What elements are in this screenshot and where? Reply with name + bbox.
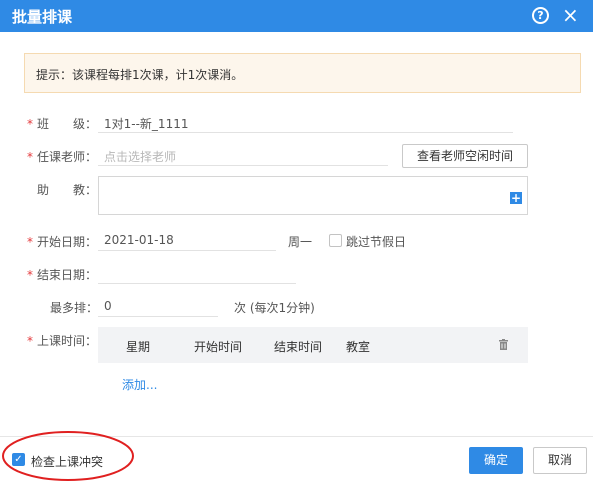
- teacher-placeholder[interactable]: 点击选择老师: [104, 148, 176, 165]
- schedule-table-header: 星期 开始时间 结束时间 教室: [98, 327, 528, 363]
- notice-banner: 提示：该课程每排1次课，计1次课消。: [24, 53, 581, 93]
- skip-holidays-checkbox[interactable]: [329, 234, 342, 247]
- required-star: *: [27, 235, 33, 249]
- column-classroom: 教室: [346, 340, 371, 354]
- skip-holidays-label[interactable]: 跳过节假日: [346, 233, 406, 250]
- confirm-button[interactable]: 确定: [469, 447, 523, 474]
- max-sessions-value: 0: [104, 299, 112, 313]
- class-value: 1对1--新_1111: [104, 117, 189, 131]
- assistant-field[interactable]: [98, 176, 528, 215]
- close-icon[interactable]: ×: [562, 3, 579, 27]
- required-star: *: [27, 150, 33, 164]
- assistant-label: 助 教：: [37, 183, 98, 197]
- help-icon[interactable]: ?: [532, 7, 549, 24]
- start-date-label: * 开始日期：: [27, 235, 98, 249]
- annotation-ellipse: [2, 431, 134, 481]
- required-star: *: [27, 268, 33, 282]
- start-date-value: 2021-01-18: [104, 233, 174, 247]
- column-start-time: 开始时间: [194, 340, 243, 354]
- max-sessions-label: 最多排：: [50, 301, 99, 315]
- add-schedule-link[interactable]: 添加...: [122, 376, 157, 393]
- column-end-time: 结束时间: [274, 340, 323, 354]
- end-date-input[interactable]: [98, 264, 296, 284]
- required-star: *: [27, 334, 33, 348]
- max-sessions-input[interactable]: [98, 297, 218, 317]
- column-weekday: 星期: [126, 340, 151, 354]
- end-date-label: * 结束日期：: [27, 268, 98, 282]
- required-star: *: [27, 117, 33, 131]
- start-weekday: 周一: [288, 235, 313, 249]
- teacher-label: * 任课老师：: [27, 150, 98, 164]
- class-label: * 班 级：: [27, 117, 98, 131]
- dialog-title: 批量排课: [12, 8, 73, 26]
- add-assistant-icon[interactable]: +: [510, 192, 522, 204]
- trash-icon[interactable]: [499, 339, 508, 350]
- max-sessions-unit: 次 (每次1分钟): [234, 301, 315, 315]
- schedule-label: * 上课时间：: [27, 334, 98, 348]
- view-teacher-availability-button[interactable]: 查看老师空闲时间: [402, 144, 528, 168]
- cancel-button[interactable]: 取消: [533, 447, 587, 474]
- notice-text: 提示：该课程每排1次课，计1次课消。: [36, 68, 244, 82]
- dialog-titlebar: 批量排课 ? ×: [0, 0, 593, 32]
